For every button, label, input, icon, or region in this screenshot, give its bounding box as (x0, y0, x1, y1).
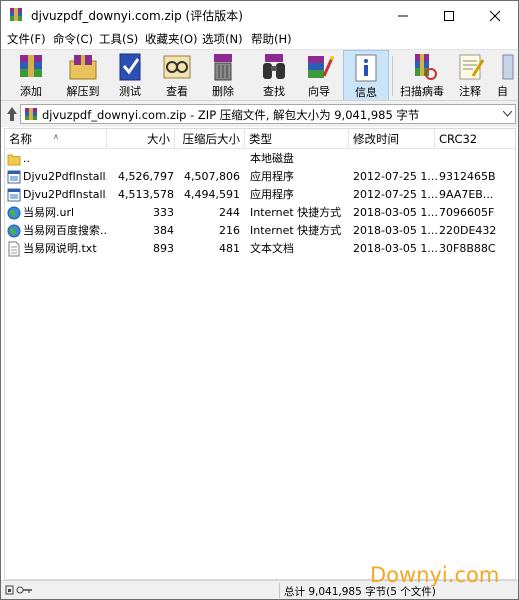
table-row[interactable]: 当易网百度搜索... 384 216 Internet 快捷方式 2018-03… (5, 222, 515, 240)
close-button[interactable] (472, 1, 518, 29)
add-label: 添加 (20, 85, 42, 98)
globe-icon (7, 206, 21, 220)
menu-favorites[interactable]: 收藏夹(O) (145, 31, 198, 47)
info-button[interactable]: 信息 (343, 50, 389, 100)
file-list[interactable]: 名称 ∧ 大小 压缩后大小 类型 修改时间 CRC32 .. 本地磁盘 Djvu… (4, 128, 516, 580)
up-folder-button[interactable] (5, 104, 19, 124)
more-tools-button[interactable]: 自 (493, 50, 518, 100)
zip-archive-icon (25, 108, 37, 120)
table-row[interactable]: Djvu2PdfInstall... 4,526,797 4,507,806 应… (5, 168, 515, 186)
exe-icon (7, 170, 21, 184)
toolbar: 添加 解压到 测试 查看 删除 查找 向导 信息 扫描病毒 注释 自 (1, 49, 518, 101)
menu-file[interactable]: 文件(F) (7, 31, 46, 47)
table-row[interactable]: .. 本地磁盘 (5, 150, 515, 168)
up-arrow-icon (7, 107, 17, 121)
delete-button[interactable]: 删除 (203, 50, 243, 100)
table-row[interactable]: Djvu2PdfInstall... 4,513,578 4,494,591 应… (5, 186, 515, 204)
column-crc[interactable]: CRC32 (435, 129, 515, 149)
toolbar-separator (392, 56, 393, 96)
view-label: 查看 (166, 85, 188, 98)
scan-virus-button[interactable]: 扫描病毒 (396, 50, 448, 100)
address-bar[interactable]: djvuzpdf_downyi.com.zip - ZIP 压缩文件, 解包大小… (20, 104, 516, 124)
minimize-button[interactable] (380, 1, 426, 29)
info-label: 信息 (355, 86, 377, 99)
test-label: 测试 (119, 85, 141, 98)
wizard-button[interactable]: 向导 (299, 50, 339, 100)
column-name[interactable]: 名称 ∧ (5, 129, 107, 149)
exe-icon (7, 188, 21, 202)
maximize-icon (444, 11, 454, 21)
window-title: djvuzpdf_downyi.com.zip (评估版本) (31, 9, 243, 23)
winrar-app-icon (10, 8, 22, 21)
winrar-window: djvuzpdf_downyi.com.zip (评估版本) 文件(F) 命令(… (0, 0, 519, 600)
add-button[interactable]: 添加 (8, 50, 54, 100)
table-row[interactable]: 当易网.url 333 244 Internet 快捷方式 2018-03-05… (5, 204, 515, 222)
find-button[interactable]: 查找 (254, 50, 294, 100)
menu-tools[interactable]: 工具(S) (99, 31, 138, 47)
view-button[interactable]: 查看 (157, 50, 197, 100)
menu-options[interactable]: 选项(N) (202, 31, 243, 47)
folder-icon (7, 154, 21, 166)
delete-label: 删除 (212, 85, 234, 98)
extract-folder-icon (69, 55, 97, 80)
wizard-label: 向导 (308, 85, 330, 98)
maximize-button[interactable] (426, 1, 472, 29)
menu-help[interactable]: 帮助(H) (251, 31, 292, 47)
text-file-icon (8, 241, 20, 257)
scan-virus-icon (415, 54, 437, 80)
table-row[interactable]: 当易网说明.txt 893 481 文本文档 2018-03-05 1... 3… (5, 240, 515, 258)
extract-button[interactable]: 解压到 (58, 50, 108, 100)
extract-label: 解压到 (66, 85, 100, 98)
address-row: djvuzpdf_downyi.com.zip - ZIP 压缩文件, 解包大小… (1, 101, 518, 127)
test-button[interactable]: 测试 (110, 50, 150, 100)
find-binoculars-icon (263, 54, 285, 79)
address-path: djvuzpdf_downyi.com.zip - ZIP 压缩文件, 解包大小… (42, 108, 420, 122)
status-icons (5, 585, 32, 595)
more-tools-label: 自 (497, 85, 508, 98)
menu-command[interactable]: 命令(C) (53, 31, 93, 47)
comment-label: 注释 (459, 85, 481, 98)
find-label: 查找 (263, 85, 285, 98)
watermark: Downyi.com (370, 563, 500, 587)
column-name-label: 名称 (9, 132, 32, 146)
info-icon (355, 54, 377, 82)
status-separator (279, 583, 280, 598)
chevron-down-icon[interactable] (503, 111, 512, 117)
globe-icon (7, 224, 21, 238)
column-type[interactable]: 类型 (245, 129, 349, 149)
close-icon (489, 10, 501, 22)
test-book-icon (119, 53, 141, 81)
menu-bar: 文件(F) 命令(C) 工具(S) 收藏夹(O) 选项(N) 帮助(H) (1, 29, 518, 49)
column-modified[interactable]: 修改时间 (349, 129, 435, 149)
list-header: 名称 ∧ 大小 压缩后大小 类型 修改时间 CRC32 (5, 129, 515, 149)
add-archive-icon (20, 55, 42, 77)
minimize-icon (398, 15, 408, 17)
delete-trash-icon (214, 54, 232, 81)
column-size[interactable]: 大小 (107, 129, 175, 149)
column-packed[interactable]: 压缩后大小 (175, 129, 245, 149)
scan-virus-label: 扫描病毒 (400, 85, 444, 98)
sort-ascending-icon: ∧ (53, 132, 59, 141)
sfx-icon (502, 54, 514, 80)
wizard-icon (308, 56, 334, 78)
comment-icon (459, 54, 485, 80)
comment-button[interactable]: 注释 (450, 50, 490, 100)
title-bar[interactable]: djvuzpdf_downyi.com.zip (评估版本) (1, 1, 518, 29)
view-glasses-icon (163, 55, 191, 79)
